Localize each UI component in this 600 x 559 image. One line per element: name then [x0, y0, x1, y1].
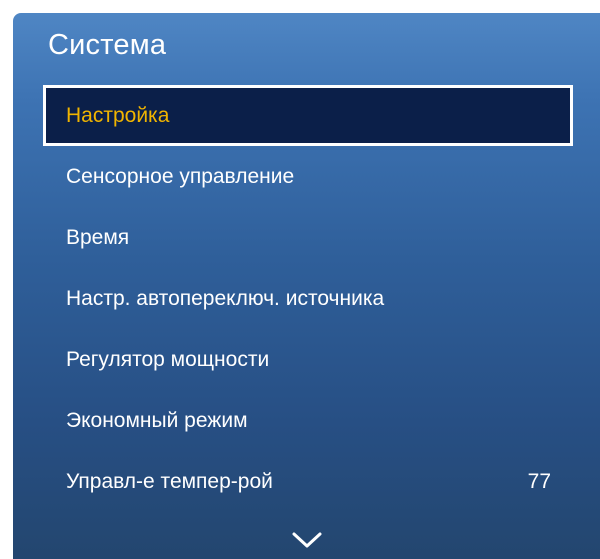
menu-item-touch-control[interactable]: Сенсорное управление — [43, 146, 573, 207]
menu-item-eco-mode[interactable]: Экономный режим — [43, 390, 573, 451]
menu-item-temperature-control[interactable]: Управл-е темпер-рой 77 — [43, 451, 573, 512]
system-menu-panel: Система Настройка Сенсорное управление В… — [13, 13, 600, 559]
menu-item-label: Время — [66, 226, 130, 249]
chevron-down-icon[interactable] — [290, 529, 324, 551]
system-menu-list: Настройка Сенсорное управление Время Нас… — [43, 85, 573, 512]
menu-item-label: Настройка — [66, 104, 170, 127]
menu-item-label: Экономный режим — [66, 409, 248, 432]
panel-title: Система — [48, 29, 167, 61]
menu-item-label: Настр. автопереключ. источника — [66, 287, 385, 310]
menu-item-label: Регулятор мощности — [66, 348, 270, 371]
menu-item-label: Управл-е темпер-рой — [66, 470, 273, 493]
menu-item-time[interactable]: Время — [43, 207, 573, 268]
temperature-value: 77 — [527, 470, 551, 493]
menu-item-label: Сенсорное управление — [66, 165, 295, 188]
menu-item-power-control[interactable]: Регулятор мощности — [43, 329, 573, 390]
menu-item-setup[interactable]: Настройка — [43, 85, 573, 146]
menu-item-auto-source-switch[interactable]: Настр. автопереключ. источника — [43, 268, 573, 329]
